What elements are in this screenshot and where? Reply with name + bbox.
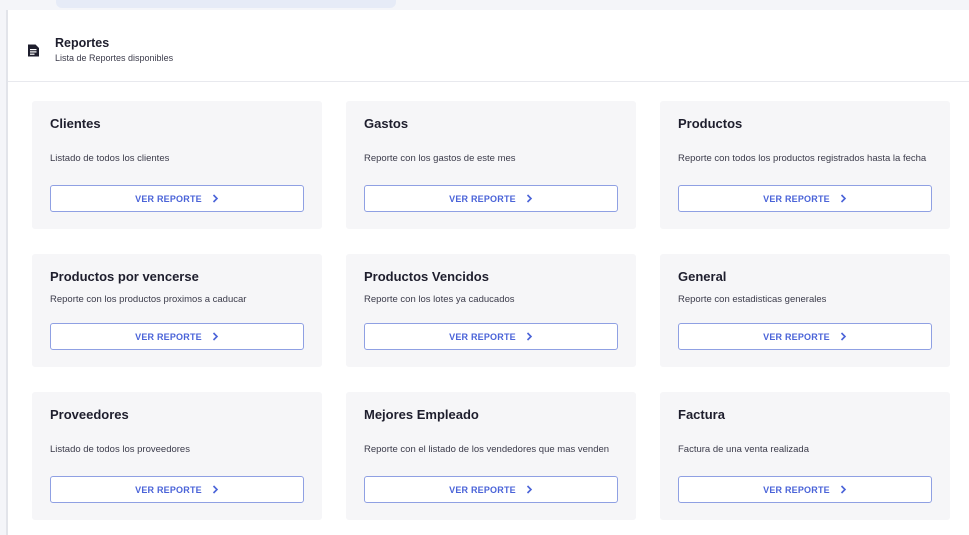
card-title: General [678, 269, 727, 284]
document-report-icon [28, 44, 39, 57]
card-title: Productos [678, 116, 743, 131]
report-card-productos-por-vencerse: Productos por vencerse Reporte con los p… [32, 254, 322, 367]
ver-reporte-button-gastos[interactable]: VER REPORTE [364, 185, 618, 212]
button-label: VER REPORTE [135, 331, 202, 342]
card-description: Listado de todos los clientes [50, 153, 170, 164]
ver-reporte-button-general[interactable]: VER REPORTE [678, 323, 932, 350]
report-card-productos-vencidos: Productos Vencidos Reporte con los lotes… [346, 254, 636, 367]
card-description: Reporte con todos los productos registra… [678, 153, 927, 164]
report-card-clientes: Clientes Listado de todos los clientes V… [32, 101, 322, 229]
panel-header: Reportes Lista de Reportes disponibles [8, 10, 969, 82]
page-subtitle: Lista de Reportes disponibles [55, 53, 174, 63]
card-title: Productos Vencidos [364, 269, 489, 284]
button-label: VER REPORTE [763, 331, 830, 342]
card-description: Reporte con los lotes ya caducados [364, 294, 515, 305]
button-label: VER REPORTE [449, 193, 516, 204]
chevron-right-icon [840, 485, 846, 494]
card-title: Mejores Empleado [364, 407, 479, 422]
card-title: Gastos [364, 116, 409, 131]
ver-reporte-button-factura[interactable]: VER REPORTE [678, 476, 932, 503]
report-card-proveedores: Proveedores Listado de todos los proveed… [32, 392, 322, 520]
chevron-right-icon [212, 194, 218, 203]
chevron-right-icon [526, 194, 532, 203]
chevron-right-icon [840, 194, 846, 203]
page-title: Reportes [55, 36, 110, 50]
ver-reporte-button-proveedores[interactable]: VER REPORTE [50, 476, 304, 503]
button-label: VER REPORTE [135, 193, 202, 204]
button-label: VER REPORTE [763, 193, 830, 204]
report-card-factura: Factura Factura de una venta realizada V… [660, 392, 950, 520]
ver-reporte-button-productos-por-vencerse[interactable]: VER REPORTE [50, 323, 304, 350]
page: Reportes Lista de Reportes disponibles C… [0, 0, 969, 535]
card-description: Reporte con el listado de los vendedores… [364, 444, 610, 455]
ver-reporte-button-productos[interactable]: VER REPORTE [678, 185, 932, 212]
ver-reporte-button-mejores-empleado[interactable]: VER REPORTE [364, 476, 618, 503]
button-label: VER REPORTE [449, 331, 516, 342]
chevron-right-icon [526, 332, 532, 341]
card-title: Productos por vencerse [50, 269, 199, 284]
chevron-right-icon [212, 332, 218, 341]
report-card-productos: Productos Reporte con todos los producto… [660, 101, 950, 229]
card-description: Listado de todos los proveedores [50, 444, 190, 455]
card-title: Proveedores [50, 407, 129, 422]
report-card-mejores-empleado: Mejores Empleado Reporte con el listado … [346, 392, 636, 520]
ver-reporte-button-clientes[interactable]: VER REPORTE [50, 185, 304, 212]
button-label: VER REPORTE [449, 484, 516, 495]
chevron-right-icon [840, 332, 846, 341]
card-description: Factura de una venta realizada [678, 444, 809, 455]
card-title: Factura [678, 407, 725, 422]
button-label: VER REPORTE [135, 484, 202, 495]
card-title: Clientes [50, 116, 101, 131]
card-description: Reporte con estadisticas generales [678, 294, 827, 305]
top-search-bar-edge[interactable] [56, 0, 396, 8]
chevron-right-icon [526, 485, 532, 494]
button-label: VER REPORTE [763, 484, 830, 495]
chevron-right-icon [212, 485, 218, 494]
report-card-general: General Reporte con estadisticas general… [660, 254, 950, 367]
report-card-gastos: Gastos Reporte con los gastos de este me… [346, 101, 636, 229]
ver-reporte-button-productos-vencidos[interactable]: VER REPORTE [364, 323, 618, 350]
card-description: Reporte con los gastos de este mes [364, 153, 516, 164]
report-cards-grid: Clientes Listado de todos los clientes V… [32, 101, 950, 520]
card-description: Reporte con los productos proximos a cad… [50, 294, 247, 305]
